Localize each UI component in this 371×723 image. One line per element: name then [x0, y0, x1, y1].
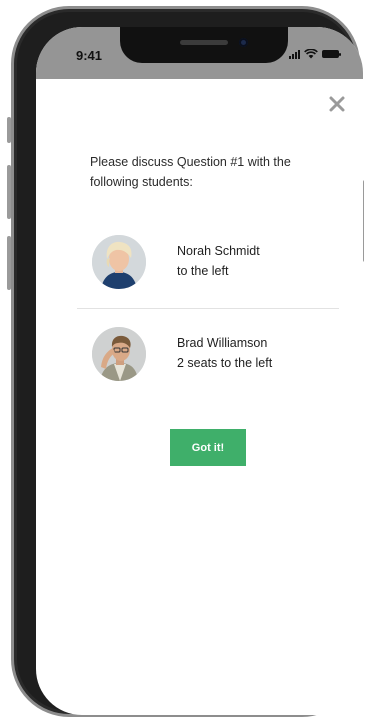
- battery-icon: [322, 50, 341, 58]
- status-icons: [289, 49, 341, 59]
- speaker-grille: [180, 40, 228, 45]
- student-info: Norah Schmidt to the left: [177, 241, 260, 281]
- student-name: Brad Williamson: [177, 336, 268, 350]
- student-position: to the left: [177, 264, 229, 278]
- phone-frame: 9:41 Please discuss Question #1 with the…: [11, 6, 363, 717]
- divider: [77, 308, 339, 309]
- phone-screen: 9:41 Please discuss Question #1 with the…: [36, 27, 363, 715]
- student-position: 2 seats to the left: [177, 356, 273, 370]
- signal-icon: [289, 49, 300, 59]
- student-info: Brad Williamson 2 seats to the left: [177, 333, 272, 373]
- front-camera: [239, 38, 248, 47]
- wifi-icon: [304, 49, 318, 59]
- discussion-prompt: Please discuss Question #1 with the foll…: [90, 155, 291, 189]
- status-bar: 9:41: [36, 27, 363, 79]
- status-time: 9:41: [76, 48, 103, 63]
- student-item: Brad Williamson 2 seats to the left: [92, 327, 342, 383]
- student-name: Norah Schmidt: [177, 244, 260, 258]
- close-icon[interactable]: [328, 95, 346, 113]
- got-it-button[interactable]: Got it!: [170, 429, 246, 466]
- avatar: [92, 235, 146, 289]
- notch: [120, 27, 288, 63]
- avatar: [92, 327, 146, 381]
- student-item: Norah Schmidt to the left: [92, 235, 342, 291]
